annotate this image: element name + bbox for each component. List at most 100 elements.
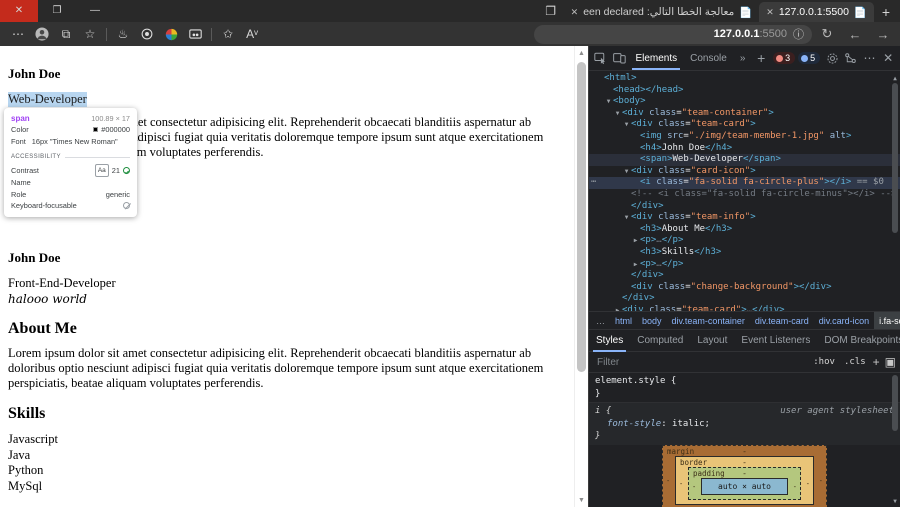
toggle-computed-pane-button[interactable]: ▣ xyxy=(885,355,896,369)
breadcrumb-item-6[interactable]: i.fa-solid xyxy=(874,312,900,329)
customize-icon[interactable] xyxy=(842,48,860,68)
dom-node-11[interactable]: </div> xyxy=(589,201,900,213)
more-options-icon[interactable]: ⋯ xyxy=(6,24,30,44)
browser-tab-2[interactable]: 📄 معالجة الخطأ التالي: een declared ✕ xyxy=(564,2,760,22)
dom-node-7[interactable]: <span>Web-Developer</span> xyxy=(589,154,900,166)
device-toolbar-icon[interactable] xyxy=(611,48,629,68)
styles-tab-layout[interactable]: Layout xyxy=(690,330,734,352)
breadcrumb-item-0[interactable]: … xyxy=(591,316,610,326)
styles-scrollbar[interactable]: ▼ xyxy=(891,375,899,505)
breadcrumb-item-3[interactable]: div.team-container xyxy=(667,316,750,326)
rule-element-style[interactable]: element.style { } xyxy=(589,373,900,402)
devtools-more-icon[interactable]: ⋯ xyxy=(861,48,879,68)
dom-node-twisty[interactable]: ▼ xyxy=(622,166,631,178)
dom-node-twisty[interactable]: ▶ xyxy=(613,305,622,311)
page-scroll-thumb[interactable] xyxy=(577,62,586,372)
dom-node-15[interactable]: <h3>Skills</h3> xyxy=(589,247,900,259)
breadcrumb-item-5[interactable]: div.card-icon xyxy=(814,316,874,326)
window-minimize-button[interactable]: — xyxy=(76,0,114,22)
styles-tab-dom-breakpoints[interactable]: DOM Breakpoints xyxy=(817,330,900,352)
breadcrumb-item-1[interactable]: html xyxy=(610,316,637,326)
box-model-content[interactable]: auto × auto xyxy=(701,478,788,495)
dom-node-12[interactable]: ▼ <div class="team-info"> xyxy=(589,212,900,224)
hov-toggle-button[interactable]: :hov xyxy=(811,357,837,367)
rule-i-declaration[interactable]: font-style: italic; xyxy=(595,418,894,431)
dom-node-5[interactable]: <img src="./img/team-member-1.jpg" alt> xyxy=(589,131,900,143)
page-scroll-down-arrow[interactable]: ▼ xyxy=(575,493,588,507)
box-model-border[interactable]: border - - - padding - - - auto × auto xyxy=(675,456,814,505)
dom-node-13[interactable]: <h3>About Me</h3> xyxy=(589,224,900,236)
back-button[interactable]: ← xyxy=(842,23,868,45)
box-model-margin-left[interactable]: - xyxy=(666,476,670,484)
dom-node-expand-dots[interactable]: ⋯ xyxy=(591,177,597,189)
dom-node-twisty[interactable]: ▶ xyxy=(631,259,640,271)
box-model-border-right[interactable]: - xyxy=(806,479,810,487)
styles-tab-computed[interactable]: Computed xyxy=(630,330,690,352)
browser-tab-2-close-icon[interactable]: ✕ xyxy=(571,7,579,18)
more-panels-button[interactable]: » xyxy=(734,46,752,70)
window-close-button[interactable]: ✕ xyxy=(0,0,38,22)
browser-tab-1-close-icon[interactable]: ✕ xyxy=(766,7,774,18)
breadcrumb[interactable]: … html body div.team-container div.team-card… xyxy=(589,311,900,329)
dom-node-10[interactable]: <!-- <i class="fa-solid fa-circle-minus"… xyxy=(589,189,900,201)
error-count-badge[interactable]: 3 xyxy=(773,52,796,64)
dom-node-0[interactable]: <html> xyxy=(589,73,900,85)
styles-pane-tabs[interactable]: Styles Computed Layout Event Listeners DOM B… xyxy=(589,329,900,352)
browser-tab-1[interactable]: 📄 127.0.0.1:5500 ✕ xyxy=(759,2,874,22)
add-favorite-icon[interactable]: ✩ xyxy=(216,24,240,44)
read-aloud-icon[interactable]: Aᵛ xyxy=(240,24,264,44)
breadcrumb-item-4[interactable]: div.team-card xyxy=(750,316,814,326)
new-tab-button[interactable]: + xyxy=(874,2,898,22)
page-scroll-up-arrow[interactable]: ▲ xyxy=(575,46,588,60)
box-model-padding-left[interactable]: - xyxy=(692,482,696,490)
new-style-rule-button[interactable]: + xyxy=(873,355,880,369)
page-scrollbar[interactable]: ▲ ▼ xyxy=(574,46,588,507)
styles-tab-styles[interactable]: Styles xyxy=(589,330,630,352)
window-restore-button[interactable]: ❐ xyxy=(38,0,76,22)
dom-node-19[interactable]: </div> xyxy=(589,293,900,305)
box-model-margin-value[interactable]: - xyxy=(742,447,747,456)
dom-node-twisty[interactable]: ▼ xyxy=(622,212,631,224)
dom-node-14[interactable]: ▶ <p>…</p> xyxy=(589,235,900,247)
collections-icon[interactable]: ⧉ xyxy=(54,24,78,44)
dom-tree[interactable]: <html> <head></head> ▼ <body> ▼ <div class="t… xyxy=(589,71,900,311)
dom-node-20[interactable]: ▶ <div class="team-card">…</div> xyxy=(589,305,900,311)
dom-node-17[interactable]: </div> xyxy=(589,270,900,282)
tab-console[interactable]: Console xyxy=(684,46,733,70)
styles-scroll-thumb[interactable] xyxy=(892,375,898,431)
box-model-margin[interactable]: margin - - - border - - - padding - - - xyxy=(662,445,827,507)
box-model-diagram[interactable]: margin - - - border - - - padding - - - xyxy=(589,445,900,507)
box-model-margin-right[interactable]: - xyxy=(819,476,823,484)
dom-node-3[interactable]: ▼ <div class="team-container"> xyxy=(589,108,900,120)
inspect-element-icon[interactable] xyxy=(592,48,610,68)
dom-tree-scrollbar[interactable]: ▲ xyxy=(891,73,899,309)
extension-color-icon[interactable] xyxy=(159,24,183,44)
address-bar[interactable]: 127.0.0.1:5500 ⓘ xyxy=(534,24,812,44)
box-model-border-value[interactable]: - xyxy=(742,458,747,467)
profile-avatar-icon[interactable] xyxy=(30,24,54,44)
devtools-close-icon[interactable]: ✕ xyxy=(879,48,897,68)
dom-node-twisty[interactable]: ▼ xyxy=(604,96,613,108)
rule-i-user-agent[interactable]: i { user agent stylesheet font-style: it… xyxy=(589,402,900,445)
dom-node-2[interactable]: ▼ <body> xyxy=(589,96,900,108)
card-2-role[interactable]: Front-End-Developer xyxy=(8,276,116,291)
dom-node-16[interactable]: ▶ <p>…</p> xyxy=(589,259,900,271)
tab-actions-icon[interactable]: ❐ xyxy=(538,0,564,22)
breadcrumb-item-2[interactable]: body xyxy=(637,316,667,326)
box-model-border-left[interactable]: - xyxy=(679,479,683,487)
box-model-padding[interactable]: padding - - - auto × auto xyxy=(688,467,801,500)
favorites-icon[interactable]: ☆ xyxy=(78,24,102,44)
box-model-padding-value[interactable]: - xyxy=(742,469,747,478)
reload-button[interactable]: ↻ xyxy=(814,23,840,45)
dom-node-9[interactable]: ⋯ <i class="fa-solid fa-circle-plus"></i>… xyxy=(589,177,900,189)
forward-button[interactable]: → xyxy=(870,23,896,45)
dom-node-18[interactable]: <div class="change-background"></div> xyxy=(589,282,900,294)
dom-node-1[interactable]: <head></head> xyxy=(589,85,900,97)
dom-node-twisty[interactable]: ▼ xyxy=(622,119,631,131)
dom-scroll-thumb[interactable] xyxy=(892,83,898,233)
dom-node-twisty[interactable]: ▼ xyxy=(613,108,622,120)
styles-scroll-down-icon[interactable]: ▼ xyxy=(891,498,899,505)
tab-elements[interactable]: Elements xyxy=(629,46,683,70)
dom-node-4[interactable]: ▼ <div class="team-card"> xyxy=(589,119,900,131)
copilot-icon[interactable] xyxy=(135,24,159,44)
